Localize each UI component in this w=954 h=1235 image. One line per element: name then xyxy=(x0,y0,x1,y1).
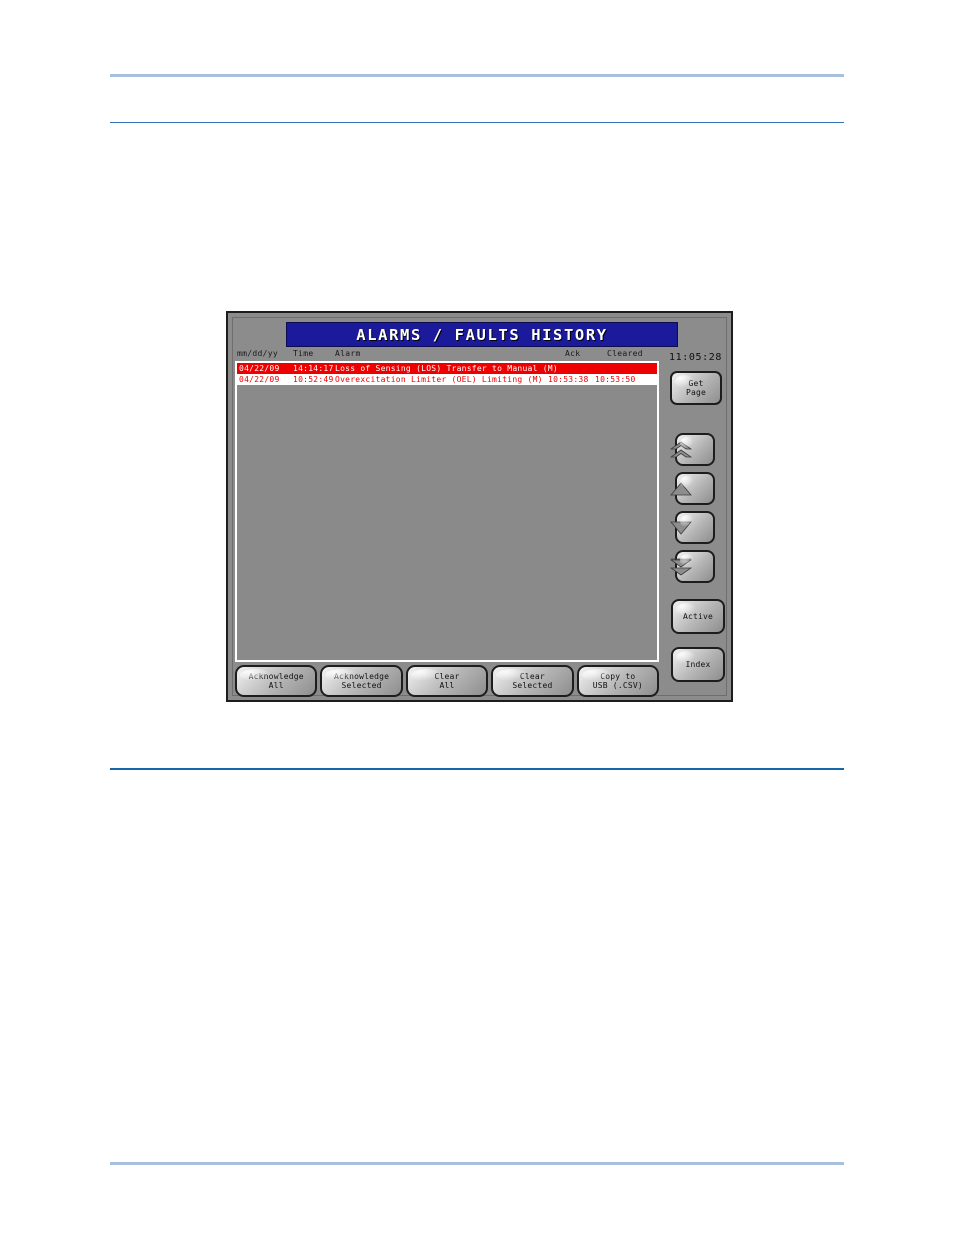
device-screen: ALARMS / FAULTS HISTORY mm/dd/yy Time Al… xyxy=(232,317,728,697)
clear-selected-button[interactable]: Clear Selected xyxy=(491,665,574,697)
row-time: 14:14:17 xyxy=(293,364,334,373)
acknowledge-all-button[interactable]: Acknowledge All xyxy=(235,665,318,697)
acknowledge-selected-button[interactable]: Acknowledge Selected xyxy=(320,665,403,697)
table-row[interactable]: 04/22/09 14:14:17 Loss of Sensing (LOS) … xyxy=(237,363,657,374)
row-date: 04/22/09 xyxy=(239,364,280,373)
row-time: 10:52:49 xyxy=(293,375,334,384)
column-header-date: mm/dd/yy xyxy=(237,349,278,358)
row-alarm-text: Overexcitation Limiter (OEL) Limiting (M… xyxy=(335,375,543,384)
column-header-ack: Ack xyxy=(565,349,581,358)
index-button[interactable]: Index xyxy=(671,647,725,682)
page-title: ALARMS / FAULTS HISTORY xyxy=(286,322,678,347)
table-row[interactable]: 04/22/09 10:52:49 Overexcitation Limiter… xyxy=(237,374,657,385)
copy-to-usb-button[interactable]: Copy to USB (.CSV) xyxy=(576,665,660,697)
column-header-time: Time xyxy=(293,349,314,358)
header-rule-thin xyxy=(110,122,844,124)
get-page-button[interactable]: Get Page xyxy=(670,371,722,405)
row-ack-time: 10:53:38 xyxy=(548,375,589,384)
device-screenshot-panel: ALARMS / FAULTS HISTORY mm/dd/yy Time Al… xyxy=(226,311,733,702)
first-page-button[interactable] xyxy=(669,433,715,466)
column-header-alarm: Alarm xyxy=(335,349,361,358)
row-date: 04/22/09 xyxy=(239,375,280,384)
side-control-column: 11:05:28 Get Page Active Index xyxy=(663,349,728,697)
last-page-button[interactable] xyxy=(669,550,715,583)
double-down-arrow-icon xyxy=(669,539,720,595)
column-headers: mm/dd/yy Time Alarm Ack Cleared xyxy=(235,349,660,361)
clock-display: 11:05:28 xyxy=(669,352,722,363)
footer-rule xyxy=(110,1162,844,1165)
clear-all-button[interactable]: Clear All xyxy=(405,665,489,697)
action-button-bar: Acknowledge All Acknowledge Selected Cle… xyxy=(235,665,660,697)
active-view-button[interactable]: Active xyxy=(671,599,725,634)
previous-page-button[interactable] xyxy=(670,472,715,505)
column-header-cleared: Cleared xyxy=(607,349,643,358)
header-rule-thick xyxy=(110,74,844,77)
row-alarm-text: Loss of Sensing (LOS) Transfer to Manual… xyxy=(335,364,558,373)
row-cleared-time: 10:53:50 xyxy=(595,375,636,384)
alarm-history-list[interactable]: 04/22/09 14:14:17 Loss of Sensing (LOS) … xyxy=(235,361,659,662)
body-rule xyxy=(110,768,844,770)
